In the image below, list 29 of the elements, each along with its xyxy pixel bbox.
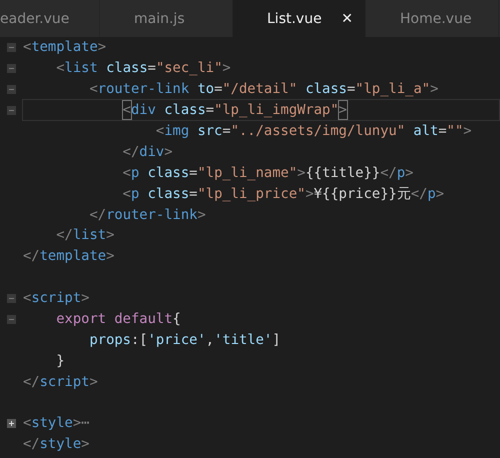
code-line: export default{ (55, 310, 182, 330)
expand-icon[interactable] (6, 418, 16, 428)
collapse-icon[interactable] (6, 314, 16, 324)
code-line: <img src="../assets/img/lunyu" alt=""> (154, 122, 473, 142)
code-line: </list> (55, 226, 116, 246)
code-line: </style> (22, 435, 90, 454)
collapse-icon[interactable] (6, 64, 16, 73)
bracket-highlight (122, 101, 131, 120)
collapse-icon[interactable] (6, 42, 16, 52)
code-line: <list class="sec_li"> (55, 59, 232, 78)
bracket-highlight (338, 101, 347, 120)
code-line: <template> (22, 38, 108, 58)
code-line: <router-link to="/detail" class="lp_li_a"> (88, 80, 440, 100)
code-line: <script> (22, 289, 90, 308)
close-icon[interactable]: ✕ (341, 10, 353, 26)
code-line: </script> (22, 372, 99, 392)
code-line: <p class="lp_li_name">{{title}}</p> (122, 164, 414, 183)
code-line: </div> (122, 142, 174, 162)
collapse-icon[interactable] (6, 106, 16, 115)
file-tab[interactable]: List.vue ✕ (233, 0, 366, 37)
code-line: } (55, 352, 66, 371)
file-tab[interactable]: eader.vue (0, 0, 100, 37)
collapse-icon[interactable] (6, 294, 16, 303)
code-line: <style>⋯ (22, 414, 90, 434)
code-line: props:['price','title'] (88, 330, 282, 350)
code-line: </router-link> (88, 206, 207, 225)
collapse-icon[interactable] (6, 84, 16, 94)
code-line: <p class="lp_li_price">¥{{price}}元</p> (122, 184, 446, 204)
code-line: </template> (22, 247, 116, 266)
